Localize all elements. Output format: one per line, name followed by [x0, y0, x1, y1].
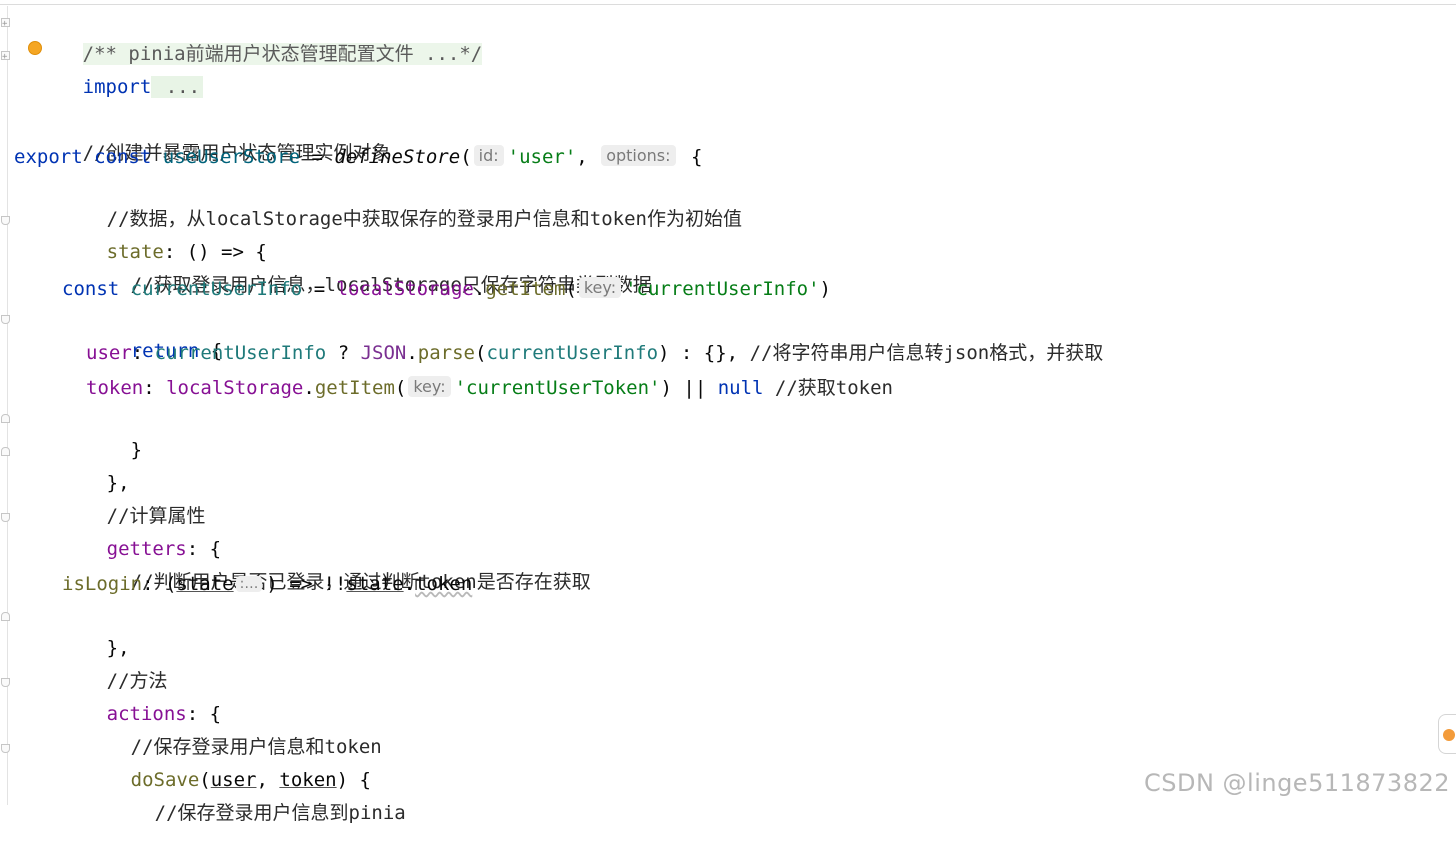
code-line-2: import ...	[1, 41, 1444, 98]
keyword-export: export	[14, 146, 83, 168]
comment: //保存登录用户信息到pinia	[154, 802, 406, 824]
code-line-17: //判断用户是否已登录，通过判断token是否存在获取	[14, 536, 1444, 593]
code-editor[interactable]: /** pinia前端用户状态管理配置文件 ...*/ import ... /…	[0, 0, 1456, 824]
code-area[interactable]: /** pinia前端用户状态管理配置文件 ...*/ import ... /…	[1, 8, 1444, 824]
fold-end-icon[interactable]	[1, 447, 10, 456]
fold-toggle-icon[interactable]	[1, 315, 10, 324]
keyword-null: null	[717, 377, 764, 399]
string-currentUserInfo: 'currentUserInfo'	[625, 278, 820, 300]
code-line-4: //创建并暴露用户状态管理实例对象	[14, 107, 1444, 164]
code-line-13: }	[1, 404, 1444, 461]
fold-toggle-icon[interactable]	[1, 42, 10, 73]
method-getItem: getItem	[314, 377, 395, 399]
code-line-8: //获取登录用户信息，localStorage只保存字符串类型数据	[14, 239, 1444, 296]
identifier-currentUserInfo: currentUserInfo	[154, 342, 327, 364]
watermark-text: CSDN @linge511873822	[1143, 769, 1450, 797]
comment: //将字符串用户信息转json格式，并获取	[749, 342, 1104, 364]
identifier-currentUserInfo: currentUserInfo	[486, 342, 659, 364]
param-hint-id: id:	[473, 145, 504, 166]
type-hint[interactable]: :…	[235, 576, 263, 592]
code-line-12: token: localStorage.getItem(key:'current…	[86, 376, 893, 399]
fold-toggle-icon[interactable]	[1, 513, 10, 522]
identifier-token: token	[415, 573, 473, 595]
method-getItem: getItem	[485, 278, 566, 300]
editor-top-border	[0, 4, 1456, 5]
code-line-1: /** pinia前端用户状态管理配置文件 ...*/	[1, 8, 1444, 65]
fold-toggle-icon[interactable]	[1, 216, 10, 225]
string-user: 'user'	[507, 146, 577, 168]
identifier-JSON: JSON	[360, 342, 407, 364]
side-panel-tab[interactable]	[1438, 714, 1456, 754]
code-line-21: actions: {	[1, 668, 1444, 725]
comment: //获取token	[763, 377, 893, 399]
param-hint-key: key:	[408, 376, 451, 397]
code-line-9: const currentUserInfo = localStorage.get…	[62, 277, 831, 300]
function-defineStore: defineStore	[334, 146, 461, 168]
identifier-useUserStore: useUserStore	[162, 146, 301, 168]
code-line-23: doSave(user, token) {	[1, 734, 1444, 791]
function-isLogin: isLogin	[62, 573, 143, 595]
string-currentUserToken: 'currentUserToken'	[454, 377, 661, 399]
keyword-const: const	[94, 146, 152, 168]
code-line-19: },	[1, 602, 1444, 659]
identifier-localStorage: localStorage	[336, 278, 474, 300]
fold-toggle-icon[interactable]	[1, 9, 10, 40]
code-line-5: export const useUserStore = defineStore(…	[14, 145, 703, 168]
property-token: token	[86, 377, 144, 399]
code-line-16: getters: {	[1, 503, 1444, 560]
code-line-11: user: currentUserInfo ? JSON.parse(curre…	[86, 342, 1104, 364]
param-hint-key: key:	[578, 277, 622, 298]
param-state: state	[176, 573, 234, 595]
keyword-const: const	[62, 278, 120, 300]
code-line-22: //保存登录用户信息和token	[14, 701, 1444, 758]
property-user: user	[86, 342, 132, 364]
identifier-localStorage: localStorage	[166, 377, 304, 399]
code-line-15: //计算属性	[14, 470, 1444, 527]
param-hint-options: options:	[601, 145, 676, 166]
identifier-state: state	[346, 573, 404, 595]
fold-toggle-icon[interactable]	[1, 678, 10, 687]
code-line-20: //方法	[14, 635, 1444, 692]
code-line-6: //数据，从localStorage中获取保存的登录用户信息和token作为初始…	[14, 173, 1444, 230]
code-line-14: },	[1, 437, 1444, 494]
code-line-7: state: () => {	[1, 206, 1444, 263]
fold-end-icon[interactable]	[1, 414, 10, 423]
method-parse: parse	[417, 342, 475, 364]
fold-toggle-icon[interactable]	[1, 744, 10, 753]
identifier-currentUserInfo: currentUserInfo	[130, 278, 303, 300]
fold-end-icon[interactable]	[1, 612, 10, 621]
code-line-18: isLogin: (state:…) => !!state.token	[62, 573, 473, 595]
code-line-10: return {	[1, 305, 1444, 362]
